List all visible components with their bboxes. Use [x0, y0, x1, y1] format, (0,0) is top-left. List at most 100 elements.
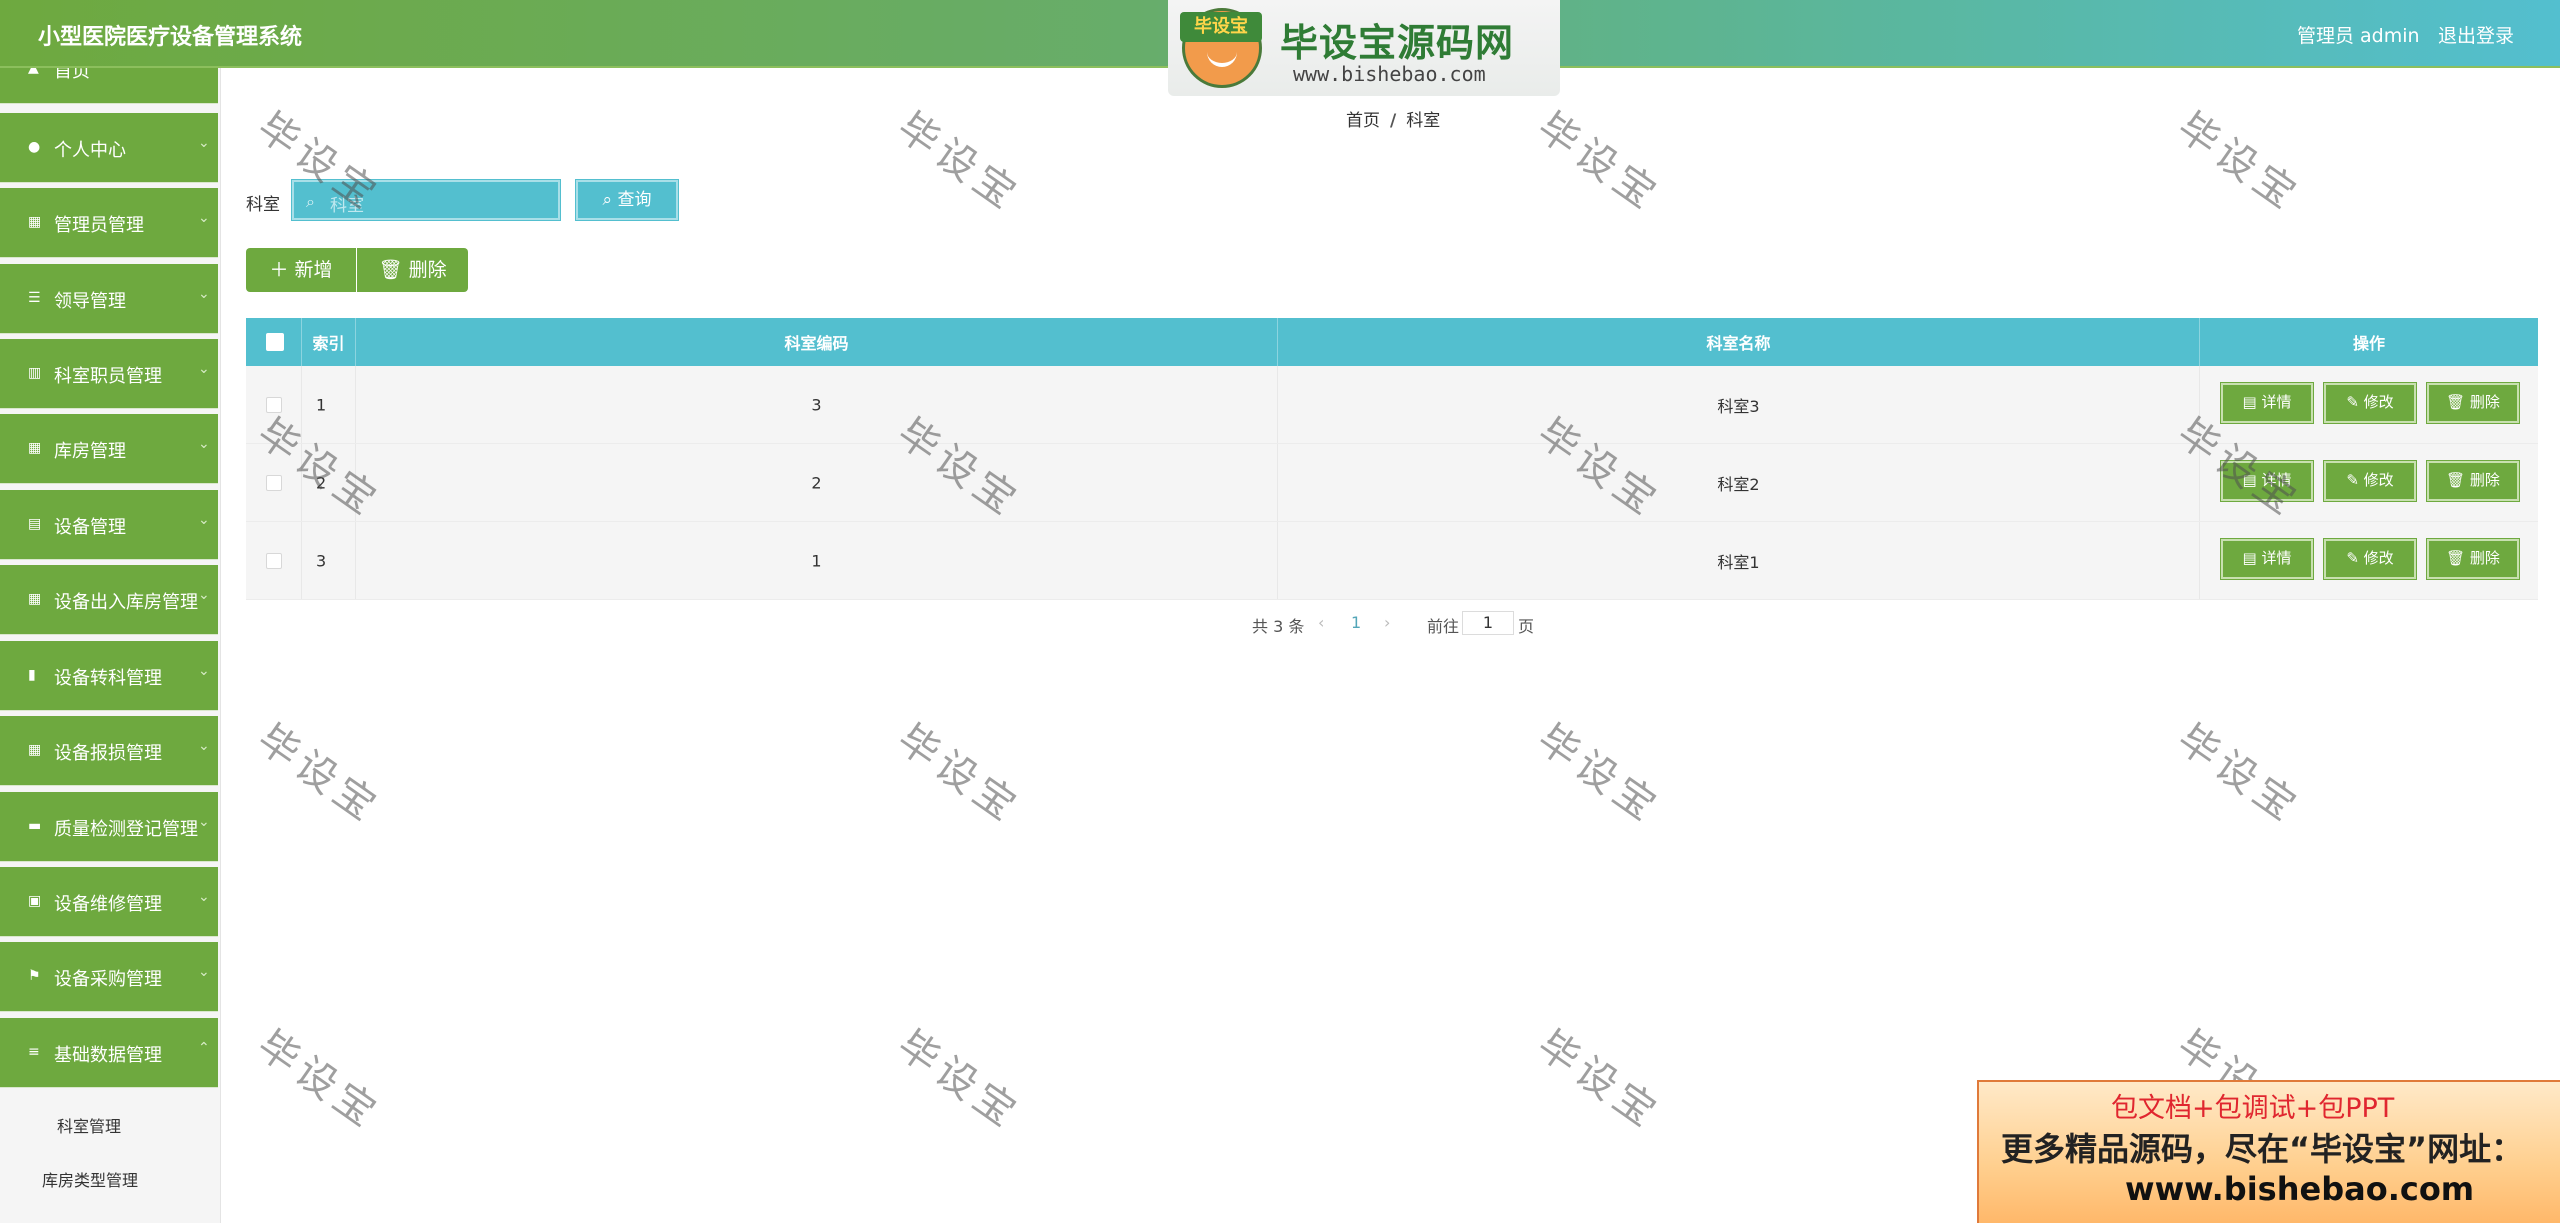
sidebar-item-label: 领导管理 [54, 291, 126, 312]
delete-button[interactable]: 🗑 删除 [2426, 382, 2520, 424]
goto-page-input[interactable]: 1 [1462, 611, 1514, 635]
watermark: 毕设宝 [888, 715, 1029, 833]
select-all-checkbox[interactable] [266, 333, 284, 351]
header-index: 索引 [302, 318, 356, 366]
document-icon: ▤ [2242, 549, 2262, 567]
chevron-down-icon: ⌄ [198, 964, 210, 980]
sidebar-item-label: 设备报损管理 [54, 743, 162, 764]
row-checkbox[interactable] [266, 474, 282, 491]
sidebar-item-repair-management[interactable]: ▣ 设备维修管理 ⌄ [0, 867, 218, 937]
comment-icon: ▬ [28, 818, 42, 834]
sidebar-item-personal-center[interactable]: ● 个人中心 ⌄ [0, 113, 218, 183]
sidebar-item-admin-management[interactable]: ▦ 管理员管理 ⌄ [0, 188, 218, 258]
add-button[interactable]: ＋ 新增 [246, 248, 356, 292]
promo-url: www.bishebao.com [2125, 1170, 2475, 1208]
watermark: 毕设宝 [2168, 715, 2309, 833]
header-code: 科室编码 [356, 318, 1278, 366]
trash-icon: 🗑 [378, 259, 409, 281]
edit-button[interactable]: ✎ 修改 [2323, 460, 2417, 502]
row-name: 科室2 [1717, 474, 1760, 494]
app-title: 小型医院医疗设备管理系统 [38, 25, 303, 50]
clipboard-icon: ▤ [28, 516, 42, 532]
header-actions: 操作 [2352, 334, 2385, 353]
goto-label: 前往 [1427, 617, 1460, 636]
row-index: 1 [316, 395, 327, 414]
page-number-current[interactable]: 1 [1351, 613, 1361, 632]
pencil-icon: ✎ [2346, 549, 2364, 567]
edit-button[interactable]: ✎ 修改 [2323, 538, 2417, 580]
row-checkbox[interactable] [266, 552, 282, 569]
logo-url: www.bishebao.com [1293, 62, 1486, 86]
home-icon: ▲ [28, 68, 39, 76]
watermark: 毕设宝 [888, 103, 1029, 221]
row-name: 科室3 [1717, 396, 1760, 416]
breadcrumb: 首页 / 科室 [1346, 106, 1440, 131]
sidebar-item-label: 设备管理 [54, 517, 126, 538]
sidebar-item-transfer-management[interactable]: ▮ 设备转科管理 ⌄ [0, 641, 218, 711]
breadcrumb-current: 科室 [1406, 111, 1441, 131]
grid-icon: ▦ [28, 214, 42, 230]
pagination-total: 共 3 条 [1252, 617, 1305, 636]
chevron-down-icon: ⌄ [198, 738, 210, 754]
sidebar-subitem-department[interactable]: 科室管理 [57, 1113, 121, 1137]
sidebar-item-basic-data[interactable]: ≡ 基础数据管理 ⌃ [0, 1018, 218, 1088]
sidebar-item-label: 基础数据管理 [54, 1045, 162, 1066]
sidebar-item-inout-management[interactable]: ▦ 设备出入库房管理 ⌄ [0, 565, 218, 635]
next-page-icon[interactable]: › [1384, 613, 1390, 632]
sidebar-item-home[interactable]: ▲ 首页 [0, 68, 218, 104]
delete-button-label: 删除 [408, 259, 447, 281]
sidebar-item-equipment-management[interactable]: ▤ 设备管理 ⌄ [0, 490, 218, 560]
promo-line-2: 更多精品源码，尽在“毕设宝”网址： [2001, 1130, 2524, 1168]
grid-icon: ▦ [28, 591, 42, 607]
trash-icon: 🗑 [2446, 393, 2470, 411]
watermark: 毕设宝 [248, 1021, 389, 1139]
logo-name: 毕设宝源码网 [1280, 21, 1515, 65]
plus-icon: ＋ [269, 259, 295, 281]
document-icon: ▤ [2242, 393, 2262, 411]
sidebar-subitem-warehouse-type[interactable]: 库房类型管理 [42, 1167, 138, 1191]
promo-line-1: 包文档+包调试+包PPT [2111, 1093, 2395, 1124]
detail-button[interactable]: ▤ 详情 [2220, 382, 2314, 424]
promo-banner[interactable]: 包文档+包调试+包PPT 更多精品源码，尽在“毕设宝”网址： www.bishe… [1977, 1080, 2560, 1223]
prev-page-icon[interactable]: ‹ [1318, 613, 1324, 632]
sliders-icon: ☰ [28, 290, 41, 306]
trash-icon: 🗑 [2446, 549, 2470, 567]
chart-icon: ▥ [28, 365, 42, 381]
search-icon: ⌕ [602, 190, 618, 210]
delete-button[interactable]: 🗑 删除 [2426, 538, 2520, 580]
sidebar-item-label: 首页 [54, 68, 90, 82]
chevron-up-icon: ⌃ [198, 1040, 210, 1056]
sidebar-item-leader-management[interactable]: ☰ 领导管理 ⌄ [0, 264, 218, 334]
picture-icon: ▣ [28, 893, 42, 909]
delete-button[interactable]: 🗑 删除 [2426, 460, 2520, 502]
sidebar: ▲ 首页 ● 个人中心 ⌄ ▦ 管理员管理 ⌄ ☰ 领导管理 ⌄ ▥ 科室职员管… [0, 68, 221, 1223]
chevron-down-icon: ⌄ [198, 512, 210, 528]
sidebar-item-damage-management[interactable]: ▦ 设备报损管理 ⌄ [0, 716, 218, 786]
grid-icon: ▦ [28, 440, 42, 456]
bar-chart-icon: ▮ [28, 667, 36, 683]
page-unit-label: 页 [1518, 617, 1535, 636]
watermark: 毕设宝 [888, 1021, 1029, 1139]
query-button[interactable]: ⌕ 查询 [575, 179, 679, 221]
sidebar-item-label: 管理员管理 [54, 215, 144, 236]
sidebar-item-label: 质量检测登记管理 [54, 819, 198, 840]
trash-icon: 🗑 [2446, 471, 2470, 489]
sidebar-item-purchase-management[interactable]: ⚑ 设备采购管理 ⌄ [0, 942, 218, 1012]
batch-delete-button[interactable]: 🗑 删除 [357, 248, 468, 292]
menu-icon: ≡ [28, 1044, 40, 1060]
chevron-down-icon: ⌄ [198, 210, 210, 226]
sidebar-item-warehouse-management[interactable]: ▦ 库房管理 ⌄ [0, 414, 218, 484]
edit-button[interactable]: ✎ 修改 [2323, 382, 2417, 424]
sidebar-item-label: 设备出入库房管理 [54, 592, 198, 613]
chevron-down-icon: ⌄ [198, 814, 210, 830]
sidebar-item-quality-inspection[interactable]: ▬ 质量检测登记管理 ⌄ [0, 792, 218, 862]
watermark: 毕设宝 [1528, 715, 1669, 833]
logout-link[interactable]: 退出登录 [2438, 21, 2514, 48]
chevron-down-icon: ⌄ [198, 361, 210, 377]
breadcrumb-home[interactable]: 首页 [1346, 111, 1380, 131]
sidebar-item-staff-management[interactable]: ▥ 科室职员管理 ⌄ [0, 339, 218, 409]
detail-button[interactable]: ▤ 详情 [2220, 538, 2314, 580]
pencil-icon: ✎ [2346, 393, 2364, 411]
watermark: 毕设宝 [1528, 1021, 1669, 1139]
search-label: 科室 [246, 195, 280, 215]
